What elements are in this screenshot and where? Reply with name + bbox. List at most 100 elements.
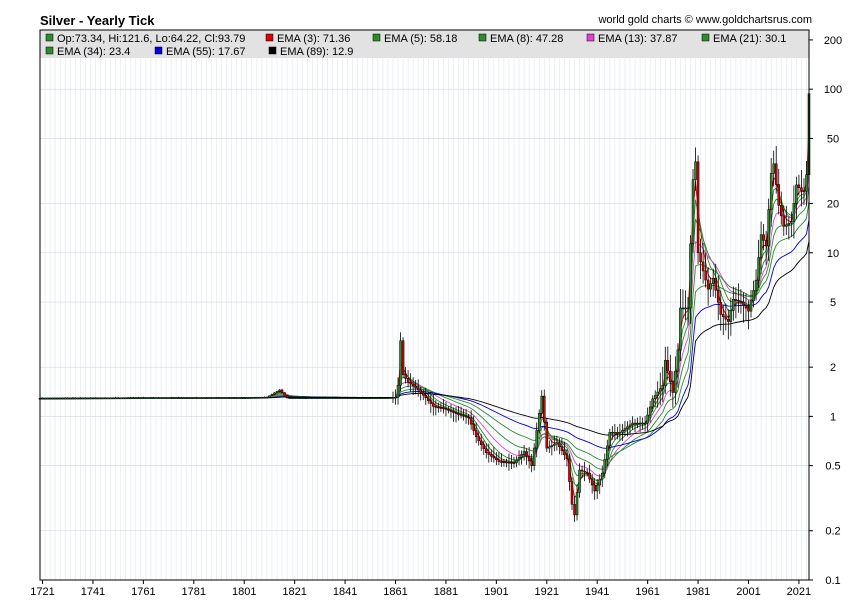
x-tick-label: 1821 bbox=[282, 586, 306, 598]
candle-body bbox=[106, 397, 110, 400]
candle-body bbox=[406, 378, 410, 383]
candle-body bbox=[84, 397, 87, 400]
y-axis: 0.1 0.2 0.5 1 2 5 10 20 50 100 200 bbox=[809, 35, 842, 587]
candle-body bbox=[669, 370, 672, 383]
candle-body bbox=[157, 397, 160, 400]
candle-body bbox=[386, 397, 390, 400]
candle-body bbox=[58, 397, 62, 400]
candle-body bbox=[371, 397, 375, 400]
candle-body bbox=[71, 397, 75, 400]
candle-body bbox=[53, 397, 57, 400]
candle-body bbox=[101, 397, 105, 400]
candle-body bbox=[686, 307, 690, 310]
candle-body bbox=[421, 392, 425, 396]
candle-body bbox=[164, 397, 168, 400]
candle-body bbox=[144, 397, 148, 400]
candle-body bbox=[495, 457, 498, 460]
candle-body bbox=[126, 397, 130, 400]
candle-body bbox=[273, 392, 276, 395]
candle-body bbox=[653, 395, 657, 400]
candle-body bbox=[250, 397, 254, 399]
candle-body bbox=[416, 387, 420, 391]
candle-body bbox=[290, 397, 294, 400]
candle-body bbox=[207, 397, 211, 400]
candle-body bbox=[91, 397, 95, 400]
candle-body bbox=[414, 385, 417, 389]
candle-body bbox=[283, 392, 286, 396]
candle-body bbox=[560, 446, 564, 452]
candle-body bbox=[583, 470, 586, 473]
candle-body bbox=[462, 415, 465, 417]
candle-body bbox=[792, 203, 796, 222]
candle-body bbox=[311, 397, 314, 400]
candle-body bbox=[227, 397, 231, 400]
candle-body bbox=[248, 397, 251, 399]
legend-entry: EMA (55): 17.67 bbox=[166, 46, 246, 58]
candle-body bbox=[487, 452, 491, 455]
candle-body bbox=[263, 397, 266, 399]
candle-body bbox=[351, 397, 354, 400]
candle-body bbox=[532, 447, 536, 466]
candle-body bbox=[326, 397, 329, 400]
candle-body bbox=[729, 310, 733, 322]
candle-body bbox=[704, 270, 707, 281]
candle-body bbox=[606, 445, 609, 460]
x-tick-label: 1801 bbox=[232, 586, 256, 598]
candle-body bbox=[409, 381, 412, 385]
legend-entry: Op:73.34, Hi:121.6, Lo:64.22, Cl:93.79 bbox=[57, 33, 245, 45]
candle-body bbox=[439, 407, 443, 409]
candle-body bbox=[593, 484, 596, 492]
candle-body bbox=[732, 299, 735, 311]
candle-body bbox=[734, 299, 738, 301]
plot-background bbox=[40, 30, 809, 580]
candle-body bbox=[270, 394, 274, 397]
candle-body bbox=[56, 397, 59, 400]
candle-body bbox=[666, 360, 670, 372]
y-tick-label: 50 bbox=[827, 133, 839, 145]
candle-body bbox=[442, 407, 445, 410]
candle-body bbox=[767, 209, 770, 247]
candle-body bbox=[154, 397, 158, 400]
candle-body bbox=[424, 394, 428, 399]
candle-body bbox=[179, 397, 183, 400]
candle-body bbox=[162, 397, 165, 400]
candle-body bbox=[459, 414, 463, 416]
silver-chart: Op:73.34, Hi:121.6, Lo:64.22, Cl:93.79 EM… bbox=[30, 29, 842, 598]
candle-body bbox=[343, 397, 347, 400]
candle-body bbox=[555, 442, 559, 445]
candle-body bbox=[671, 381, 675, 393]
legend-entry: EMA (5): 58.18 bbox=[384, 33, 457, 45]
candle-body bbox=[353, 397, 357, 400]
candle-body bbox=[764, 240, 768, 247]
x-tick-label: 1901 bbox=[484, 586, 508, 598]
candle-body bbox=[363, 397, 367, 400]
candle-body bbox=[661, 385, 665, 389]
candle-body bbox=[490, 454, 493, 457]
candle-body bbox=[225, 397, 228, 400]
candle-body bbox=[104, 397, 107, 400]
candle-body bbox=[336, 397, 339, 400]
candle-body bbox=[452, 411, 455, 413]
candle-body bbox=[429, 400, 433, 404]
candle-body bbox=[449, 410, 453, 412]
candle-body bbox=[565, 454, 569, 460]
candle-body bbox=[739, 300, 743, 303]
candle-body bbox=[381, 397, 385, 400]
candle-body bbox=[477, 436, 480, 442]
candle-body bbox=[68, 397, 72, 400]
legend-entry: EMA (3): 71.36 bbox=[277, 33, 350, 45]
candle-body bbox=[573, 504, 576, 516]
candle-body bbox=[66, 397, 69, 400]
y-tick-label: 0.5 bbox=[825, 461, 840, 473]
candle-body bbox=[394, 396, 397, 399]
candle-body bbox=[399, 340, 402, 386]
candle-body bbox=[132, 397, 135, 400]
candle-body bbox=[217, 397, 221, 400]
candle-body bbox=[502, 461, 506, 463]
candle-body bbox=[600, 472, 604, 480]
candle-body bbox=[114, 397, 117, 400]
candle-body bbox=[578, 469, 581, 493]
candle-body bbox=[512, 462, 516, 464]
candle-body bbox=[530, 460, 533, 466]
candle-body bbox=[427, 397, 430, 401]
